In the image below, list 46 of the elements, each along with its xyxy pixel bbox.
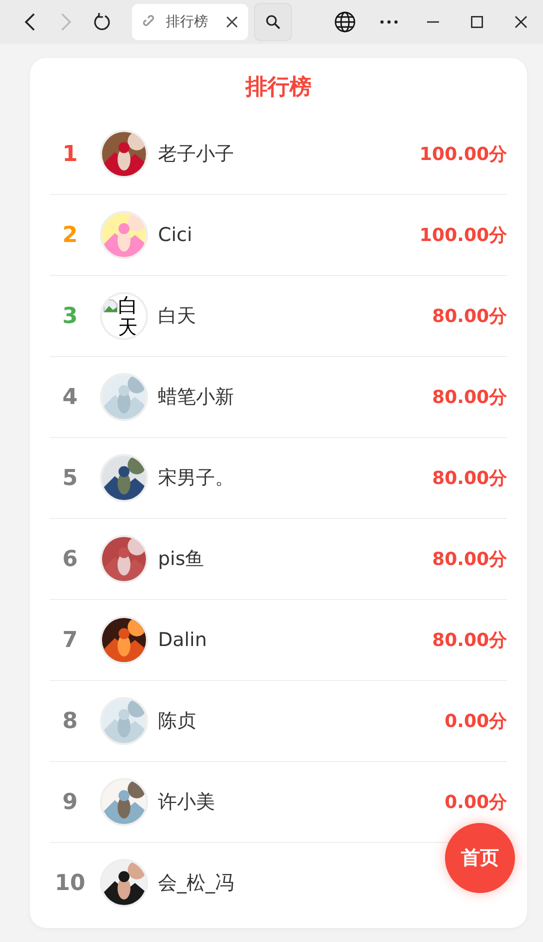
rank-number: 8 (61, 708, 79, 734)
rank-number: 2 (61, 222, 79, 248)
score: 0.00分 (444, 791, 507, 814)
score: 0.00分 (444, 710, 507, 733)
close-icon[interactable] (226, 16, 238, 28)
user-name: Cici (158, 224, 194, 246)
score: 80.00分 (432, 629, 507, 652)
forward-icon (60, 13, 72, 31)
user-name: 许小美 (158, 790, 216, 815)
home-button[interactable]: 首页 (445, 823, 515, 893)
browser-tab[interactable]: 排行榜 (132, 4, 248, 40)
rank-number: 4 (61, 384, 79, 410)
user-name: 老子小子 (158, 142, 235, 167)
rank-number: 9 (61, 790, 79, 814)
alt-text: 白天 (118, 294, 139, 338)
user-name: 陈贞 (158, 709, 197, 734)
search-icon (265, 14, 281, 30)
score: 80.00分 (432, 386, 507, 409)
user-name: 白天 (158, 304, 197, 329)
score: 100.00分 (420, 224, 507, 247)
rank-number: 7 (61, 628, 79, 652)
user-name: Dalin (158, 629, 208, 651)
user-name: 蜡笔小新 (158, 385, 235, 410)
tab-title: 排行榜 (166, 13, 209, 31)
page-title: 排行榜 (244, 74, 312, 102)
user-name: 会_松_冯 (158, 871, 235, 896)
score: 100.00分 (420, 143, 507, 166)
more-icon (380, 20, 398, 24)
rank-number: 5 (61, 466, 79, 490)
maximize-icon (471, 16, 483, 28)
rank-number: 1 (61, 142, 79, 166)
globe-icon (334, 11, 356, 33)
score: 80.00分 (432, 467, 507, 490)
score: 80.00分 (432, 305, 507, 328)
minimize-icon (427, 21, 439, 23)
score: 80.00分 (432, 548, 507, 571)
broken-image-icon (103, 297, 119, 313)
back-icon (24, 13, 36, 31)
rank-number: 3 (61, 304, 79, 328)
user-name: pis鱼 (158, 547, 206, 572)
close-icon (515, 16, 527, 28)
user-name: 宋男子。 (158, 466, 235, 491)
rank-number: 10 (54, 870, 86, 896)
refresh-icon (93, 13, 111, 31)
search-button[interactable] (254, 3, 292, 41)
rank-number: 6 (61, 546, 79, 572)
